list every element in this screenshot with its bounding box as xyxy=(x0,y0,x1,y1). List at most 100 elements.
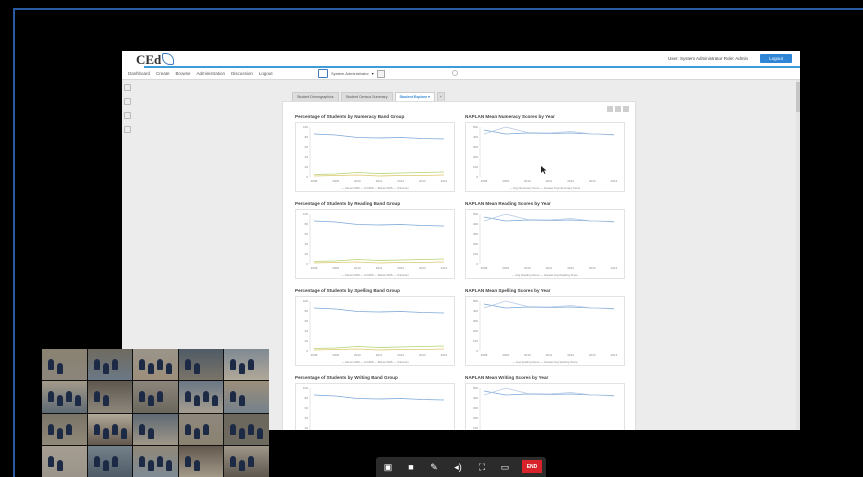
expand-icon[interactable] xyxy=(623,106,629,112)
speaker-icon[interactable]: ◂) xyxy=(452,462,464,472)
sidebar-document-icon[interactable] xyxy=(124,112,131,119)
chart-svg: 5004003002001000200820092010201120122013… xyxy=(473,386,615,430)
participant-figure xyxy=(93,455,100,467)
layout-icon[interactable]: ▭ xyxy=(499,462,511,472)
sidebar-close-icon[interactable] xyxy=(124,84,131,91)
y-tick-label: 300 xyxy=(473,406,478,410)
sidebar-user-icon[interactable] xyxy=(124,126,131,133)
participant-figure xyxy=(57,363,63,374)
participant-video-tile[interactable] xyxy=(224,413,269,445)
x-tick-label: 2012 xyxy=(567,353,574,357)
scrollbar-thumb[interactable] xyxy=(796,82,800,112)
participant-figure xyxy=(184,359,191,370)
nav-logout[interactable]: Logout xyxy=(259,71,273,76)
participant-video-tile[interactable] xyxy=(42,445,87,477)
participant-video-tile[interactable] xyxy=(133,445,178,477)
participant-figure xyxy=(148,459,155,471)
y-tick-label: 60 xyxy=(305,232,309,236)
y-tick-label: 40 xyxy=(305,242,309,246)
x-tick-label: 2010 xyxy=(524,179,531,183)
camera-icon[interactable]: ■ xyxy=(405,462,417,472)
participant-video-tile[interactable] xyxy=(224,381,269,413)
logout-button[interactable]: Logout xyxy=(760,54,792,63)
y-tick-label: 60 xyxy=(305,406,309,410)
participant-figure xyxy=(75,395,81,407)
participant-figure xyxy=(248,455,255,467)
page-scrollbar[interactable] xyxy=(796,80,800,430)
participant-video-tile[interactable] xyxy=(87,381,133,413)
y-tick-label: 60 xyxy=(305,319,309,323)
participant-figure xyxy=(102,459,109,471)
x-tick-label: 2011 xyxy=(546,266,553,270)
nav-administration[interactable]: Administration xyxy=(197,71,226,76)
participant-video-tile[interactable] xyxy=(133,381,178,413)
x-tick-label: 2011 xyxy=(546,179,553,183)
chart-box: 100 80 60 40 20 0 2008 2009 2010 2011 2012 2013 2014… xyxy=(295,122,455,192)
fullscreen-icon[interactable]: ⛶ xyxy=(476,462,488,472)
participant-video-tile[interactable] xyxy=(178,381,224,413)
x-tick-label: 2012 xyxy=(567,179,574,183)
x-tick-label: 2013 xyxy=(419,353,426,357)
participant-video-tile[interactable] xyxy=(178,349,224,381)
screen-share-icon[interactable]: ▣ xyxy=(382,462,394,472)
y-tick-label: 20 xyxy=(305,426,309,430)
chart-box: 1008060402002008200920102011201220132014 xyxy=(295,383,455,430)
participant-video-tile[interactable] xyxy=(224,349,269,381)
x-tick-label: 2011 xyxy=(546,353,553,357)
y-tick-label: 80 xyxy=(305,396,309,400)
y-tick-label: 500 xyxy=(473,299,478,303)
participant-figure xyxy=(48,359,54,370)
participant-figure xyxy=(230,359,237,370)
participant-figure xyxy=(102,427,109,439)
participant-figure xyxy=(57,459,63,471)
participant-figure xyxy=(248,359,255,370)
end-call-button[interactable]: END xyxy=(522,460,542,473)
x-tick-label: 2014 xyxy=(611,266,618,270)
refresh-icon[interactable] xyxy=(607,106,613,112)
chart-legend: — Above NMS — At NMS — Below NMS — Unkno… xyxy=(341,186,409,190)
participant-video-tile[interactable] xyxy=(42,349,87,381)
participant-video-tile[interactable] xyxy=(133,349,178,381)
participant-video-tile[interactable] xyxy=(42,381,87,413)
search-icon[interactable] xyxy=(452,70,458,76)
filter-icon[interactable] xyxy=(376,69,385,78)
participant-video-tile[interactable] xyxy=(178,445,224,477)
x-tick-label: 2008 xyxy=(311,266,318,270)
participant-figure xyxy=(202,423,209,435)
participant-video-tile[interactable] xyxy=(42,413,87,445)
x-tick-label: 2009 xyxy=(332,353,339,357)
participant-video-tile[interactable] xyxy=(87,445,133,477)
series-line-pct-above xyxy=(313,220,445,227)
nav-create[interactable]: Create xyxy=(156,71,170,76)
participant-figure xyxy=(57,395,63,407)
participant-figure xyxy=(93,391,100,403)
participant-figure xyxy=(57,427,63,439)
x-tick-label: 2013 xyxy=(419,179,426,183)
chart-legend: — Above NMS — At NMS — Below NMS — Unkno… xyxy=(341,273,409,277)
y-tick-label: 300 xyxy=(473,145,478,149)
frame-left-border xyxy=(13,8,15,477)
chart-legend: — Avg Reading Score — Greater Avg Readin… xyxy=(512,273,578,277)
y-tick-label: 100 xyxy=(473,252,478,256)
participant-figure xyxy=(166,363,173,374)
participant-figure xyxy=(48,455,54,467)
chart-title: Percentage of Students by Reading Band G… xyxy=(295,201,401,206)
sidebar-settings-icon[interactable] xyxy=(124,98,131,105)
mute-mic-icon[interactable]: ✎ xyxy=(428,462,440,472)
participant-video-tile[interactable] xyxy=(178,413,224,445)
participant-video-tile[interactable] xyxy=(224,445,269,477)
minimize-icon[interactable] xyxy=(615,106,621,112)
y-tick-label: 100 xyxy=(303,212,308,216)
nav-discussion[interactable]: Discussion xyxy=(231,71,253,76)
nav-browse[interactable]: Browse xyxy=(176,71,191,76)
participant-video-tile[interactable] xyxy=(87,349,133,381)
y-tick-label: 400 xyxy=(473,222,478,226)
participant-figure xyxy=(111,423,118,435)
participant-video-tile[interactable] xyxy=(87,413,133,445)
chart-legend: — Above NMS — At NMS — Below NMS — Unkno… xyxy=(341,360,409,364)
x-tick-label: 2012 xyxy=(397,353,404,357)
participant-figure xyxy=(111,359,118,370)
nav-dashboard[interactable]: Dashboard xyxy=(128,71,150,76)
participant-video-tile[interactable] xyxy=(133,413,178,445)
context-selector[interactable]: System Administrator ▾ xyxy=(318,69,385,78)
